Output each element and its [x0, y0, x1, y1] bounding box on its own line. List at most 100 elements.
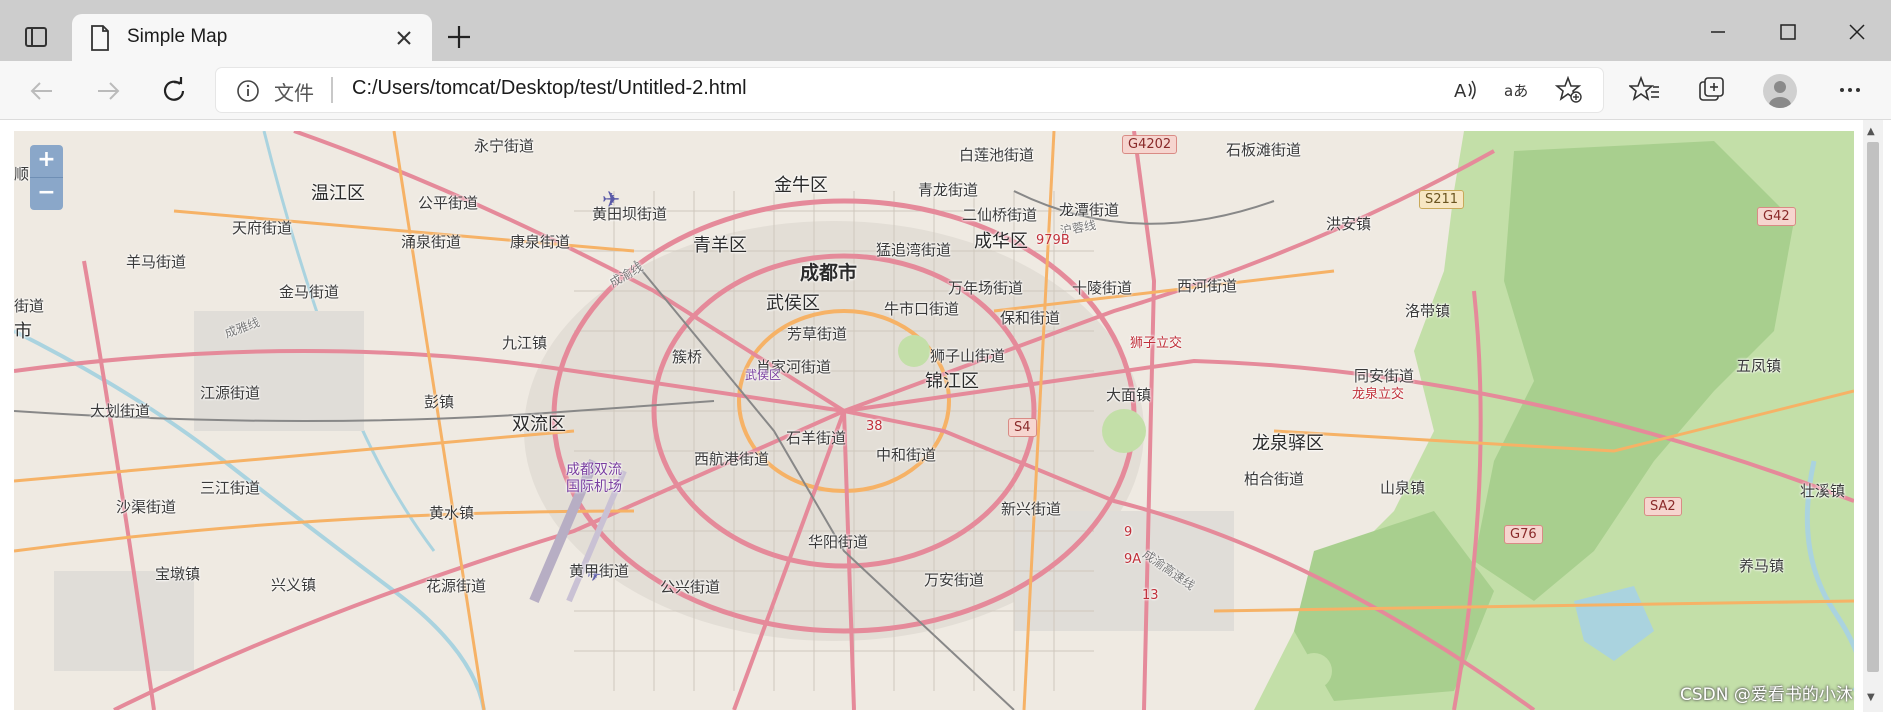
label-jiangyuan: 江源街道 — [200, 384, 261, 402]
favorites-icon[interactable] — [1629, 74, 1661, 106]
label-xihang: 西航港街道 — [694, 450, 770, 468]
tab-title: Simple Map — [127, 26, 228, 47]
refresh-icon[interactable] — [158, 75, 190, 107]
label-shuangliu: 双流区 — [512, 414, 566, 435]
label-baihe: 柏合街道 — [1244, 470, 1305, 488]
shield-g76: G76 — [1504, 525, 1543, 544]
maximize-icon[interactable] — [1772, 18, 1804, 46]
collections-icon[interactable] — [1696, 74, 1728, 106]
label-jinma: 金马街道 — [279, 283, 340, 301]
label-left-edge-city: 市 — [14, 321, 32, 342]
label-zhuangxi: 壮溪镇 — [1800, 482, 1846, 500]
more-options-icon[interactable] — [1834, 74, 1866, 106]
label-kangquan: 康泉街道 — [510, 233, 571, 251]
watermark: CSDN @爱看书的小沐 — [1680, 685, 1853, 705]
route-9: 9 — [1124, 525, 1133, 540]
label-hongan: 洪安镇 — [1326, 215, 1372, 233]
tab-actions-button[interactable] — [16, 20, 56, 54]
route-38: 38 — [866, 419, 883, 434]
label-chenghua: 成华区 — [974, 231, 1028, 252]
page-content: ✈ ✈ 成都市 金牛区 青羊区 成华区 武侯区 锦江区 温江区 双流区 龙泉驿区… — [0, 120, 1891, 712]
label-jiujiang: 九江镇 — [502, 334, 548, 352]
label-damian: 大面镇 — [1106, 386, 1152, 404]
label-yangma-town: 养马镇 — [1739, 557, 1785, 575]
zoom-out-button[interactable]: − — [30, 178, 63, 210]
shield-s4: S4 — [1008, 418, 1037, 437]
label-shuangliu-airport: 成都双流 国际机场 — [566, 462, 622, 495]
label-baohe: 保和街道 — [1000, 309, 1061, 327]
label-shanquan: 山泉镇 — [1380, 479, 1426, 497]
back-icon[interactable] — [26, 75, 58, 107]
forward-icon[interactable] — [92, 75, 124, 107]
read-aloud-icon[interactable]: A — [1451, 76, 1479, 104]
label-wufeng: 五凤镇 — [1736, 357, 1782, 375]
profile-avatar[interactable] — [1763, 74, 1797, 108]
route-979b: 979B — [1036, 233, 1070, 248]
zoom-control: + − — [30, 145, 63, 210]
label-baodun: 宝墩镇 — [155, 565, 201, 583]
scroll-up-arrow-icon[interactable]: ▲ — [1867, 126, 1875, 137]
label-shaqu: 沙渠街道 — [116, 498, 177, 516]
url-text[interactable]: C:/Users/tomcat/Desktop/test/Untitled-2.… — [352, 77, 747, 100]
label-xingyi: 兴义镇 — [271, 576, 317, 594]
label-erxian: 二仙桥街道 — [962, 206, 1038, 224]
label-sanjiang: 三江街道 — [200, 479, 261, 497]
zoom-in-button[interactable]: + — [30, 145, 63, 178]
map-view[interactable]: ✈ ✈ 成都市 金牛区 青羊区 成华区 武侯区 锦江区 温江区 双流区 龙泉驿区… — [14, 131, 1854, 710]
label-huangshui: 黄水镇 — [429, 504, 475, 522]
label-longquan-interchange: 龙泉立交 — [1352, 387, 1405, 402]
route-9a: 9A — [1124, 552, 1142, 567]
security-label: 文件 — [274, 81, 314, 105]
shield-g42: G42 — [1757, 207, 1796, 226]
label-zhonghe: 中和街道 — [876, 446, 937, 464]
label-shizi-interchange: 狮子立交 — [1130, 336, 1183, 351]
label-fangcao: 芳草街道 — [787, 325, 848, 343]
profile-icon — [1769, 81, 1791, 108]
label-cuqiao: 簇桥 — [672, 348, 703, 366]
label-huangjia: 黄甲街道 — [569, 562, 630, 580]
minimize-icon[interactable] — [1702, 18, 1734, 46]
close-tab-icon[interactable] — [392, 26, 416, 50]
label-xinxing: 新兴街道 — [1001, 500, 1062, 518]
tab-actions-icon — [25, 27, 47, 47]
svg-text:A: A — [1454, 81, 1467, 102]
route-13: 13 — [1142, 588, 1159, 603]
label-luodai: 洛带镇 — [1405, 302, 1451, 320]
label-qingyang: 青羊区 — [693, 235, 747, 256]
label-huayang: 华阳街道 — [808, 533, 869, 551]
label-bailian: 白莲池街道 — [959, 146, 1035, 164]
address-bar[interactable]: 文件 C:/Users/tomcat/Desktop/test/Untitled… — [216, 68, 1603, 112]
label-wanan: 万安街道 — [924, 571, 985, 589]
label-huayuan: 花源街道 — [426, 577, 487, 595]
close-window-icon[interactable] — [1841, 18, 1873, 46]
address-separator — [331, 77, 333, 103]
label-jinniu: 金牛区 — [774, 175, 828, 196]
label-shiling: 十陵街道 — [1072, 279, 1133, 297]
document-icon — [91, 25, 109, 51]
browser-tab-active[interactable]: Simple Map — [72, 14, 432, 61]
scroll-down-arrow-icon[interactable]: ▼ — [1867, 692, 1875, 703]
label-wuhou-small: 武侯区 — [745, 368, 782, 382]
label-mengzhui: 猛追湾街道 — [876, 241, 952, 259]
new-tab-icon[interactable] — [444, 22, 474, 52]
label-pengzhen: 彭镇 — [424, 393, 455, 411]
label-wannian: 万年场街道 — [948, 279, 1024, 297]
label-qinglong: 青龙街道 — [918, 181, 979, 199]
label-yongquan: 涌泉街道 — [401, 233, 462, 251]
label-chengdu: 成都市 — [800, 262, 858, 284]
label-xihe: 西河街道 — [1177, 277, 1238, 295]
vertical-scrollbar[interactable]: ▲ ▼ — [1863, 120, 1883, 712]
label-shizishan: 狮子山街道 — [930, 347, 1006, 365]
label-tianfu: 天府街道 — [232, 219, 293, 237]
translate-icon[interactable]: aあ — [1503, 76, 1531, 104]
shield-sa2: SA2 — [1644, 497, 1682, 516]
label-yongning: 永宁街道 — [474, 137, 535, 155]
add-favorite-icon[interactable] — [1555, 76, 1583, 104]
tab-strip: Simple Map — [0, 0, 1891, 61]
shield-s211: S211 — [1419, 190, 1465, 209]
scrollbar-thumb[interactable] — [1867, 142, 1879, 672]
label-longquanyi: 龙泉驿区 — [1252, 433, 1324, 454]
label-niushikou: 牛市口街道 — [884, 300, 960, 318]
info-icon[interactable] — [236, 79, 260, 103]
label-wuhou: 武侯区 — [766, 293, 820, 314]
